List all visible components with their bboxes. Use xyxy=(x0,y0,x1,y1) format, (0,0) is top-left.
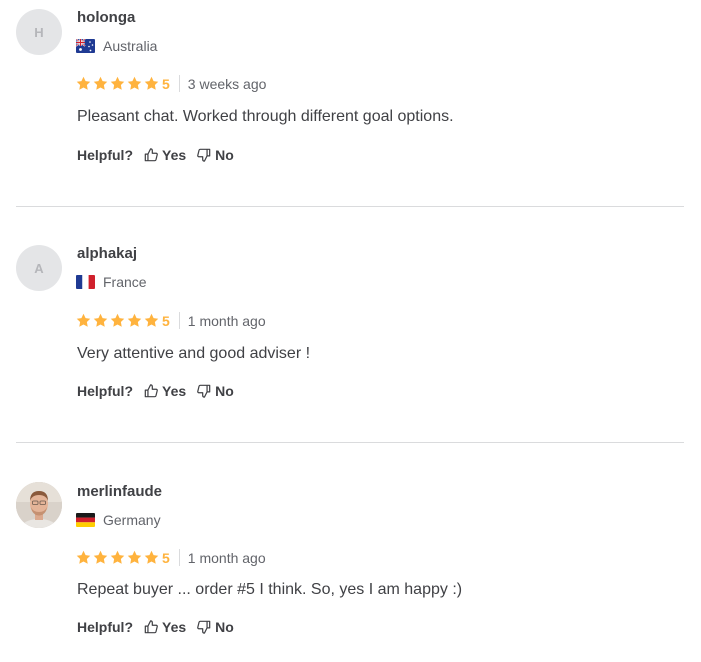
france-flag-icon xyxy=(76,275,95,289)
no-label: No xyxy=(215,383,234,399)
thumbs-down-icon xyxy=(197,620,211,634)
reviewer-country: Australia xyxy=(76,38,157,54)
star-rating xyxy=(76,313,159,328)
helpful-row: Helpful? Yes No xyxy=(77,147,245,163)
star-icon xyxy=(110,550,125,564)
avatar-initial: H xyxy=(34,24,44,40)
review-divider xyxy=(16,442,684,443)
review-text: Pleasant chat. Worked through different … xyxy=(77,108,454,125)
star-icon xyxy=(144,313,159,327)
helpful-label: Helpful? xyxy=(77,619,133,635)
user-photo-icon xyxy=(16,482,62,528)
star-icon xyxy=(144,550,159,564)
divider xyxy=(178,312,180,329)
country-name: France xyxy=(103,274,147,290)
helpful-label: Helpful? xyxy=(77,147,133,163)
star-icon xyxy=(144,76,159,90)
rating-value: 5 xyxy=(162,549,170,566)
star-rating xyxy=(76,550,159,565)
no-label: No xyxy=(215,147,234,163)
thumbs-up-icon xyxy=(144,384,158,398)
star-icon xyxy=(93,76,108,90)
review-time: 1 month ago xyxy=(187,549,266,566)
helpful-row: Helpful? Yes No xyxy=(77,383,245,399)
review-time: 1 month ago xyxy=(187,312,266,329)
review-text: Repeat buyer ... order #5 I think. So, y… xyxy=(77,581,463,598)
country-name: Germany xyxy=(103,512,161,528)
reviews-list: H holonga Australia 5 3 weeks ago Pleasa… xyxy=(0,0,701,662)
helpful-no-button[interactable]: No xyxy=(197,619,234,635)
helpful-yes-button[interactable]: Yes xyxy=(144,147,186,163)
yes-label: Yes xyxy=(162,147,187,163)
divider xyxy=(178,549,180,566)
rating-value: 5 xyxy=(162,75,170,92)
star-icon xyxy=(93,550,108,564)
avatar[interactable] xyxy=(16,482,62,528)
country-name: Australia xyxy=(103,38,158,54)
helpful-row: Helpful? Yes No xyxy=(77,619,245,635)
thumbs-up-icon xyxy=(144,148,158,162)
star-icon xyxy=(127,313,142,327)
star-icon xyxy=(127,76,142,90)
avatar-initial: A xyxy=(34,260,44,276)
germany-flag-icon xyxy=(76,513,95,527)
avatar[interactable]: H xyxy=(16,9,62,55)
helpful-yes-button[interactable]: Yes xyxy=(144,383,186,399)
rating-row: 5 1 month ago xyxy=(76,549,266,566)
divider xyxy=(178,75,180,92)
star-rating xyxy=(76,76,159,91)
reviewer-country: Germany xyxy=(76,512,161,528)
yes-label: Yes xyxy=(162,383,187,399)
thumbs-up-icon xyxy=(144,620,158,634)
star-icon xyxy=(76,76,91,90)
review-time: 3 weeks ago xyxy=(187,75,267,92)
review-divider xyxy=(16,206,684,207)
review-text: Very attentive and good adviser ! xyxy=(77,345,311,362)
thumbs-down-icon xyxy=(197,384,211,398)
reviewer-username[interactable]: merlinfaude xyxy=(77,483,162,500)
star-icon xyxy=(110,76,125,90)
helpful-label: Helpful? xyxy=(77,383,133,399)
thumbs-down-icon xyxy=(197,148,211,162)
helpful-no-button[interactable]: No xyxy=(197,383,234,399)
star-icon xyxy=(110,313,125,327)
avatar[interactable]: A xyxy=(16,245,62,291)
star-icon xyxy=(76,550,91,564)
rating-row: 5 1 month ago xyxy=(76,312,266,329)
star-icon xyxy=(76,313,91,327)
no-label: No xyxy=(215,619,234,635)
reviewer-username[interactable]: holonga xyxy=(77,9,135,26)
rating-row: 5 3 weeks ago xyxy=(76,75,266,92)
star-icon xyxy=(127,550,142,564)
helpful-yes-button[interactable]: Yes xyxy=(144,619,186,635)
rating-value: 5 xyxy=(162,312,170,329)
helpful-no-button[interactable]: No xyxy=(197,147,234,163)
reviewer-username[interactable]: alphakaj xyxy=(77,245,137,262)
reviewer-country: France xyxy=(76,274,147,290)
star-icon xyxy=(93,313,108,327)
yes-label: Yes xyxy=(162,619,187,635)
australia-flag-icon xyxy=(76,39,95,53)
